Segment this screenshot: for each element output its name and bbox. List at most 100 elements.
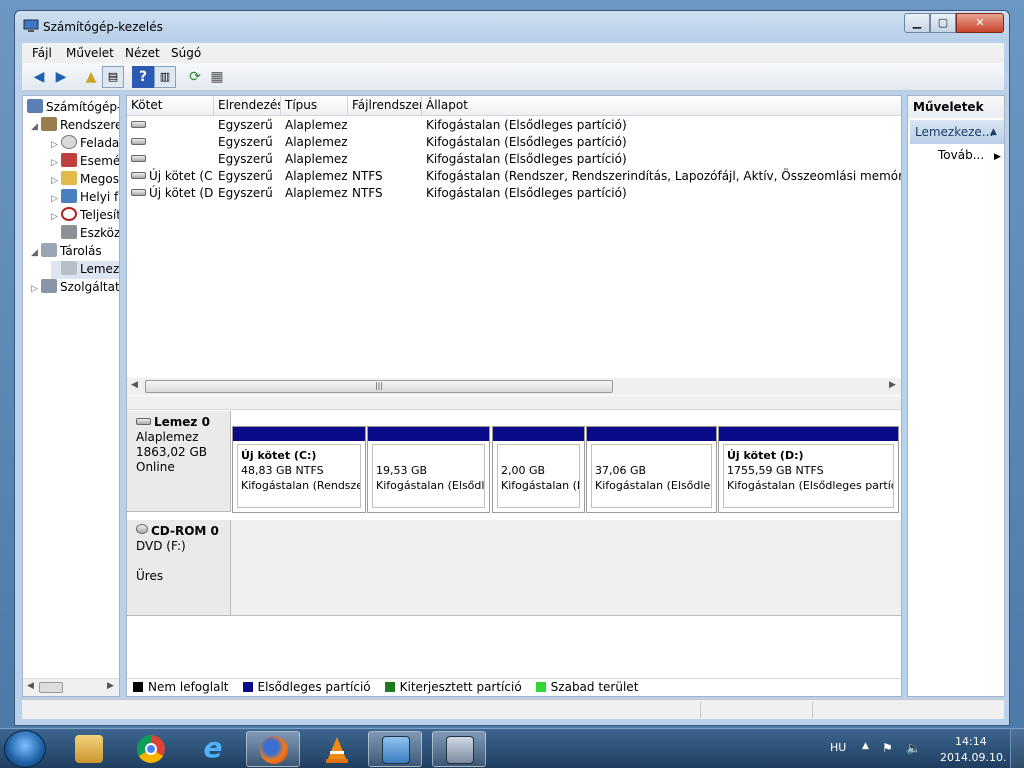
volume-list: Egyszerű Alaplemez Kifogástalan (Elsődlege… xyxy=(127,117,901,377)
cdrom-0-label[interactable]: CD-ROM 0 DVD (F:) Üres xyxy=(127,520,231,616)
column-type[interactable]: Típus xyxy=(281,96,348,116)
column-layout[interactable]: Elrendezés xyxy=(214,96,281,116)
up-folder-icon[interactable]: ▲ xyxy=(80,66,102,88)
partition-block[interactable]: 19,53 GB Kifogástalan (Elsődle xyxy=(367,426,490,513)
column-filesystem[interactable]: Fájlrendszer xyxy=(348,96,422,116)
cell-status: Kifogástalan (Rendszer, Rendszerindítás,… xyxy=(426,169,901,183)
menu-help[interactable]: Súgó xyxy=(171,46,201,60)
partition-block[interactable]: Új kötet (D:) 1755,59 GB NTFS Kifogástalan… xyxy=(718,426,899,513)
tree-item-shared-folders[interactable]: ▷Megosztott mappák xyxy=(51,171,119,189)
scroll-right-arrow-icon[interactable]: ▶ xyxy=(107,681,114,691)
scroll-left-arrow-icon[interactable]: ◀ xyxy=(27,681,34,691)
taskbar-internet-explorer[interactable]: e xyxy=(186,731,240,767)
collapse-up-icon[interactable]: ▲ xyxy=(990,120,997,144)
minimize-button[interactable]: ▁ xyxy=(904,13,930,33)
taskbar-file-explorer[interactable] xyxy=(62,731,116,767)
show-desktop-button[interactable] xyxy=(1010,729,1024,768)
partition-block[interactable]: 2,00 GB Kifogástalan (E xyxy=(492,426,585,513)
tree-item-services[interactable]: ▷Szolgáltatások és alkalmazások xyxy=(31,279,119,297)
volume-row[interactable]: Egyszerű Alaplemez Kifogástalan (Elsődlege… xyxy=(127,117,901,134)
taskbar-firefox[interactable] xyxy=(246,731,300,767)
navigation-tree: Számítógép-kezelés (Helyi) ◢Rendszereszk… xyxy=(22,95,120,697)
scroll-right-arrow-icon[interactable]: ▶ xyxy=(889,380,896,390)
clock-time[interactable]: 14:14 xyxy=(955,735,987,748)
forward-arrow-icon[interactable]: ▶ xyxy=(50,66,72,88)
tree-item-event-viewer[interactable]: ▷Eseménynapló xyxy=(51,153,119,171)
legend-swatch xyxy=(133,682,143,692)
menu-action[interactable]: Művelet xyxy=(66,46,114,60)
disk-0-label[interactable]: Lemez 0 Alaplemez 1863,02 GB Online xyxy=(127,411,231,512)
actions-more-item[interactable]: Továb... ▶ xyxy=(938,148,1001,162)
shared-folder-icon xyxy=(61,171,77,185)
volume-row[interactable]: Egyszerű Alaplemez Kifogástalan (Elsődlege… xyxy=(127,151,901,168)
action-center-flag-icon[interactable]: ⚑ xyxy=(882,741,893,755)
volume-horizontal-scrollbar[interactable]: ◀ ||| ▶ xyxy=(127,378,901,395)
volume-row[interactable]: Új kötet (D:) Egyszerű Alaplemez NTFS Kifogá… xyxy=(127,185,901,202)
help-icon[interactable]: ? xyxy=(132,66,154,88)
title-bar[interactable]: Számítógép-kezelés ▁ ▢ ✕ xyxy=(15,11,1009,41)
menu-view[interactable]: Nézet xyxy=(125,46,160,60)
clock-date[interactable]: 2014.09.10. xyxy=(940,751,1006,764)
taskbar-control-panel[interactable] xyxy=(368,731,422,767)
taskbar-vlc[interactable] xyxy=(310,731,364,767)
taskbar-computer-management[interactable] xyxy=(432,731,486,767)
console-view-icon[interactable]: ▥ xyxy=(154,66,176,88)
computer-icon xyxy=(27,99,43,113)
legend-item: Szabad terület xyxy=(530,680,638,694)
volume-drive-icon xyxy=(131,155,146,162)
tree-item-computer-management[interactable]: Számítógép-kezelés (Helyi) xyxy=(27,99,119,117)
event-log-icon xyxy=(61,153,77,167)
legend-swatch xyxy=(535,682,546,692)
partition-status: Kifogástalan (Elsődle xyxy=(376,479,485,492)
column-status[interactable]: Állapot xyxy=(422,96,901,116)
refresh-icon[interactable]: ⟳ xyxy=(184,66,206,88)
cell-type: Alaplemez xyxy=(285,186,348,200)
tree-item-disk-management[interactable]: Lemezkezelés xyxy=(51,261,119,279)
disk-management-pane: Kötet Elrendezés Típus Fájlrendszer Álla… xyxy=(126,95,902,697)
tree-item-storage[interactable]: ◢ Tárolás xyxy=(31,243,102,261)
partition-map: Új kötet (C:) 48,83 GB NTFS Kifogástalan (… xyxy=(127,96,901,513)
pane-splitter[interactable] xyxy=(127,396,901,410)
taskbar-chrome[interactable] xyxy=(124,731,178,767)
maximize-button[interactable]: ▢ xyxy=(930,13,956,33)
volume-drive-icon xyxy=(131,121,146,128)
volume-speaker-icon[interactable]: 🔈 xyxy=(906,741,921,755)
tree-horizontal-scrollbar[interactable]: ◀ ▶ xyxy=(23,678,119,696)
tree-item-local-users[interactable]: ▷Helyi felhasználók és csoportok xyxy=(51,189,119,207)
submenu-arrow-icon: ▶ xyxy=(993,152,1001,162)
partition-name: Új kötet (C:) xyxy=(241,449,317,462)
tree-item-device-manager[interactable]: Eszközkezelő xyxy=(51,225,119,243)
show-hide-tree-icon[interactable]: ▤ xyxy=(102,66,124,88)
actions-section-disk-management[interactable]: Lemezkeze... ▲ xyxy=(910,120,1004,144)
volume-row[interactable]: Új kötet (C:) Egyszerű Alaplemez NTFS Kifogá… xyxy=(127,168,901,185)
partition-block[interactable]: Új kötet (C:) 48,83 GB NTFS Kifogástalan (… xyxy=(232,426,366,513)
tree-item-performance[interactable]: ▷Teljesítmény xyxy=(51,207,119,225)
tree-item-system-tools[interactable]: ◢Rendszereszközök xyxy=(31,117,119,135)
cell-layout: Egyszerű xyxy=(218,135,273,149)
show-hidden-icons-icon[interactable]: ▲ xyxy=(862,741,869,751)
cell-type: Alaplemez xyxy=(285,118,348,132)
tree-scroll-thumb[interactable] xyxy=(39,682,63,693)
close-button[interactable]: ✕ xyxy=(956,13,1004,33)
device-manager-icon xyxy=(61,225,77,239)
start-button[interactable] xyxy=(4,730,46,768)
cell-volume xyxy=(131,134,214,151)
volume-drive-icon xyxy=(131,138,146,145)
primary-partition-bar xyxy=(493,427,584,441)
partition-details: 2,00 GB Kifogástalan (E xyxy=(497,444,580,508)
volume-row[interactable]: Egyszerű Alaplemez Kifogástalan (Elsődlege… xyxy=(127,134,901,151)
volume-scroll-thumb[interactable]: ||| xyxy=(145,380,613,393)
cell-volume: Új kötet (D:) xyxy=(131,185,214,202)
tree-item-task-scheduler[interactable]: ▷Feladatütemező xyxy=(51,135,119,153)
menu-file[interactable]: Fájl xyxy=(32,46,52,60)
partition-block[interactable]: 37,06 GB Kifogástalan (Elsődleg xyxy=(586,426,717,513)
back-arrow-icon[interactable]: ◀ xyxy=(28,66,50,88)
properties-icon[interactable]: ▦ xyxy=(206,66,228,88)
cell-volume xyxy=(131,151,214,168)
cdrom-name: CD-ROM 0 xyxy=(151,524,219,538)
volume-drive-icon xyxy=(131,189,146,196)
language-indicator[interactable]: HU xyxy=(830,741,846,754)
column-volume[interactable]: Kötet xyxy=(127,96,214,116)
partition-details: Új kötet (D:) 1755,59 GB NTFS Kifogástalan… xyxy=(723,444,894,508)
scroll-left-arrow-icon[interactable]: ◀ xyxy=(131,380,138,390)
